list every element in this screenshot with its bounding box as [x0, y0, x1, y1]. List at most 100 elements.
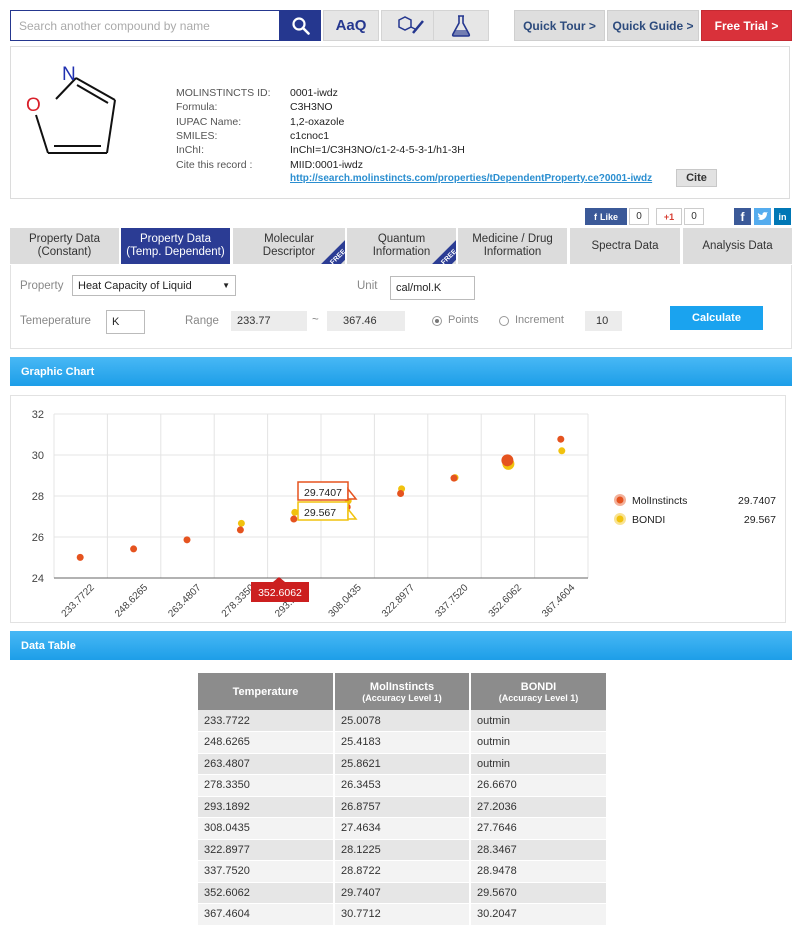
table-cell: 30.2047 — [470, 903, 606, 926]
twitter-icon[interactable] — [754, 208, 771, 225]
x-tick-label: 263.4807 — [166, 582, 204, 620]
property-select-value: Heat Capacity of Liquid — [78, 279, 192, 292]
graphic-chart-header: Graphic Chart — [10, 357, 792, 386]
x-tick-label: 308.0435 — [327, 582, 365, 620]
molinstincts-point — [501, 454, 514, 467]
table-cell: 293.1892 — [198, 796, 335, 818]
molinstincts-id: 0001-iwdz — [290, 87, 338, 99]
molinstincts-point — [76, 553, 84, 561]
table-cell: 29.5670 — [470, 882, 606, 904]
count-field[interactable]: 10 — [585, 311, 622, 331]
facebook-like-button[interactable]: f Like — [585, 208, 627, 225]
tab-property-temp-dependent[interactable]: Property Data (Temp. Dependent) — [121, 228, 231, 264]
hover-x-label: 352.6062 — [258, 587, 302, 599]
table-cell: 27.2036 — [470, 796, 606, 818]
bondi-point — [237, 519, 245, 527]
table-row: 248.6265 25.4183 outmin — [198, 731, 606, 754]
points-radio[interactable] — [432, 316, 442, 326]
x-tick-label: 352.6062 — [487, 582, 525, 620]
table-row: 352.6062 29.7407 29.5670 — [198, 882, 606, 904]
bondi-point — [558, 447, 566, 455]
molecule-structure: O N — [26, 64, 116, 154]
molinstincts-point — [290, 515, 298, 523]
like-count: 0 — [629, 208, 649, 225]
table-cell: 337.7520 — [198, 860, 335, 883]
lab-search-button[interactable] — [433, 10, 489, 41]
table-cell: 26.6670 — [470, 774, 606, 797]
quick-guide-button[interactable]: Quick Guide > — [607, 10, 699, 41]
info-key: Formula: — [176, 101, 218, 114]
table-cell: outmin — [470, 753, 606, 775]
free-trial-button[interactable]: Free Trial > — [701, 10, 792, 41]
x-tick-label: 337.7520 — [433, 582, 471, 620]
table-row: 367.4604 30.7712 30.2047 — [198, 903, 606, 926]
table-cell: 263.4807 — [198, 753, 335, 775]
linkedin-icon[interactable]: in — [774, 208, 791, 225]
column-header: Temperature — [198, 673, 335, 710]
table-cell: 30.7712 — [334, 903, 471, 926]
search-button[interactable] — [280, 10, 321, 41]
table-row: 278.3350 26.3453 26.6670 — [198, 774, 606, 797]
legend-marker — [616, 515, 624, 523]
property-select[interactable]: Heat Capacity of Liquid ▼ — [72, 275, 236, 296]
tab-quantum-information[interactable]: Quantum Information FREE — [347, 228, 457, 264]
table-cell: 28.3467 — [470, 839, 606, 861]
info-key: SMILES: — [176, 129, 218, 142]
temperature-label: Temeperature — [20, 315, 91, 327]
column-header: MolInstincts (Accuracy Level 1) — [334, 673, 471, 710]
calculate-button[interactable]: Calculate — [670, 306, 763, 330]
y-tick-label: 30 — [32, 450, 44, 462]
unit-label: Unit — [357, 280, 378, 292]
table-cell: 26.8757 — [334, 796, 471, 818]
legend-value: 29.7407 — [738, 495, 776, 507]
tab-medicine-drug[interactable]: Medicine / Drug Information — [458, 228, 568, 264]
table-cell: 28.9478 — [470, 860, 606, 883]
tab-label: Molecular Descriptor — [262, 233, 316, 258]
y-tick-label: 28 — [32, 491, 44, 503]
cite-button[interactable]: Cite — [676, 169, 717, 187]
atom-nitrogen: N — [62, 64, 76, 85]
structure-search-button[interactable] — [381, 10, 437, 41]
free-badge: FREE — [321, 240, 345, 264]
property-label: Property — [20, 280, 64, 292]
gplus-count: 0 — [684, 208, 704, 225]
table-cell: 248.6265 — [198, 731, 335, 754]
legend-marker — [616, 496, 624, 504]
tab-property-constant[interactable]: Property Data (Constant) — [10, 228, 120, 264]
molinstincts-point — [183, 536, 191, 544]
quick-tour-button[interactable]: Quick Tour > — [514, 10, 605, 41]
range-max-field[interactable]: 367.46 — [327, 311, 405, 331]
table-cell: 233.7722 — [198, 710, 335, 732]
search-input[interactable] — [11, 11, 279, 40]
x-tick-label: 248.6265 — [113, 582, 151, 620]
y-tick-label: 26 — [32, 532, 44, 544]
temperature-unit-field[interactable]: K — [106, 310, 145, 334]
table-row: 308.0435 27.4634 27.7646 — [198, 817, 606, 840]
table-cell: 25.0078 — [334, 710, 471, 732]
range-min-field[interactable]: 233.77 — [231, 311, 307, 331]
table-row: 322.8977 28.1225 28.3467 — [198, 839, 606, 861]
unit-field[interactable]: cal/mol.K — [390, 276, 475, 300]
tooltip-arrow — [347, 486, 358, 500]
tab-spectra-data[interactable]: Spectra Data — [570, 228, 681, 264]
text-search-button[interactable]: AaQ — [323, 10, 379, 41]
facebook-share-icon[interactable]: f — [734, 208, 751, 225]
tab-molecular-descriptor[interactable]: Molecular Descriptor FREE — [233, 228, 346, 264]
table-row: 337.7520 28.8722 28.9478 — [198, 860, 606, 883]
tab-analysis-data[interactable]: Analysis Data — [683, 228, 792, 264]
inchi-value: InChI=1/C3H3NO/c1-2-4-5-3-1/h1-3H — [290, 144, 465, 157]
table-cell: 367.4604 — [198, 903, 335, 926]
table-cell: 308.0435 — [198, 817, 335, 840]
y-tick-label: 32 — [32, 409, 44, 421]
tooltip-value: 29.7407 — [304, 487, 342, 499]
table-cell: 352.6062 — [198, 882, 335, 904]
legend-name: MolInstincts — [632, 495, 687, 507]
x-tick-label: 233.7722 — [60, 582, 98, 620]
range-label: Range — [185, 315, 219, 327]
cite-url-link[interactable]: http://search.molinstincts.com/propertie… — [290, 172, 652, 186]
gplus-button[interactable]: +1 — [656, 208, 682, 225]
free-badge: FREE — [432, 240, 456, 264]
increment-radio[interactable] — [499, 316, 509, 326]
molinstincts-point — [236, 526, 244, 534]
text-search-icon: AaQ — [335, 17, 367, 34]
